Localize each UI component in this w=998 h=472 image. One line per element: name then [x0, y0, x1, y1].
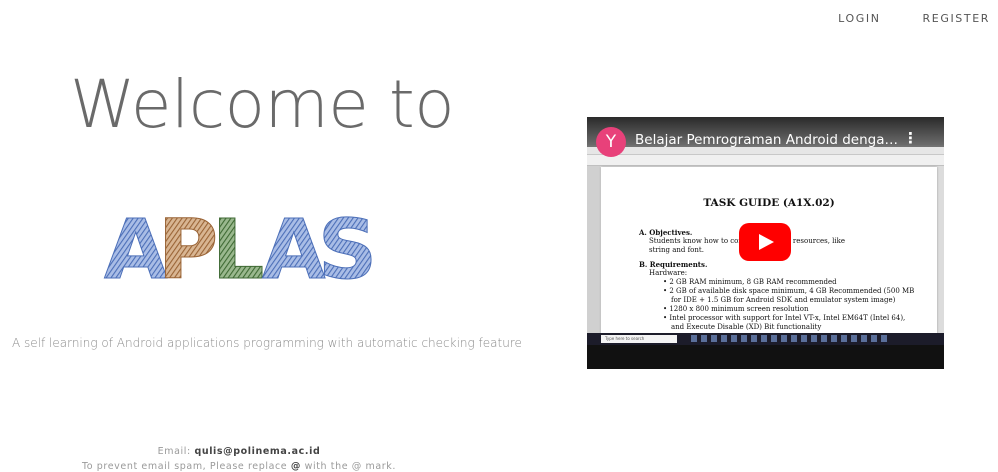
pdf-toolbar [587, 155, 944, 166]
video-player[interactable]: TASK GUIDE (A1X.02) A. Objectives. Stude… [587, 117, 944, 369]
top-nav: LOGIN REGISTER [838, 12, 990, 25]
logo-letter-s: S [318, 206, 377, 296]
doc-sec-b-title: B. Requirements. [639, 260, 708, 269]
taskbar-app-icon [851, 335, 857, 342]
tagline: A self learning of Android applications … [12, 336, 522, 350]
taskbar-app-icon [781, 335, 787, 342]
doc-req4b: and Execute Disable (XD) Bit functionali… [671, 323, 822, 331]
footer-email-line: Email: qulis@polinema.ac.id [0, 444, 478, 459]
windows-taskbar: Type here to search [587, 333, 944, 345]
taskbar-app-icon [861, 335, 867, 342]
doc-sec-a-title: A. Objectives. [639, 228, 693, 237]
doc-req1: • 2 GB RAM minimum, 8 GB RAM recommended [663, 278, 837, 286]
taskbar-app-icon [701, 335, 707, 342]
spam-note-suffix: with the @ mark. [301, 461, 397, 472]
video-letterbox [587, 345, 944, 369]
doc-req2: • 2 GB of available disk space minimum, … [663, 287, 915, 295]
taskbar-app-icon [771, 335, 777, 342]
taskbar-app-icon [751, 335, 757, 342]
doc-heading: TASK GUIDE (A1X.02) [703, 197, 835, 209]
taskbar-app-icon [721, 335, 727, 342]
spam-note-prefix: To prevent email spam, Please replace [81, 461, 291, 472]
more-options-icon[interactable]: ⋮ [903, 131, 918, 146]
play-button-icon[interactable] [739, 223, 791, 261]
doc-req3: • 1280 x 800 minimum screen resolution [663, 305, 809, 313]
doc-req4: • Intel processor with support for Intel… [663, 314, 906, 322]
logo-letter-a2: A [262, 206, 326, 296]
taskbar-app-icon [711, 335, 717, 342]
login-link[interactable]: LOGIN [838, 12, 880, 25]
taskbar-app-icon [691, 335, 697, 342]
taskbar-app-icon [831, 335, 837, 342]
aplas-logo: A P L A S [104, 206, 378, 296]
pdf-sidebar [587, 166, 600, 336]
taskbar-app-icon [791, 335, 797, 342]
footer: Email: qulis@polinema.ac.id To prevent e… [0, 444, 478, 472]
taskbar-app-icon [761, 335, 767, 342]
doc-req2b: for IDE + 1.5 GB for Android SDK and emu… [671, 296, 896, 304]
register-link[interactable]: REGISTER [923, 12, 990, 25]
taskbar-icons [691, 335, 887, 342]
taskbar-app-icon [841, 335, 847, 342]
taskbar-app-icon [881, 335, 887, 342]
doc-hardware: Hardware: [649, 269, 688, 277]
logo-letter-p: P [158, 206, 218, 296]
video-title[interactable]: Belajar Pemrograman Android dengan A... [635, 132, 905, 148]
doc-sec-a-line2: string and font. [649, 246, 704, 254]
channel-avatar[interactable]: Y [596, 127, 626, 157]
email-label: Email: [157, 446, 195, 457]
email-address: qulis@polinema.ac.id [194, 446, 321, 457]
taskbar-search: Type here to search [601, 335, 677, 343]
taskbar-app-icon [741, 335, 747, 342]
taskbar-app-icon [801, 335, 807, 342]
taskbar-app-icon [731, 335, 737, 342]
taskbar-app-icon [811, 335, 817, 342]
footer-spam-note: To prevent email spam, Please replace @ … [0, 459, 478, 472]
spam-note-at: @ [290, 461, 301, 472]
welcome-heading: Welcome to [70, 66, 455, 143]
taskbar-app-icon [821, 335, 827, 342]
taskbar-app-icon [871, 335, 877, 342]
logo-letter-l: L [212, 206, 264, 296]
